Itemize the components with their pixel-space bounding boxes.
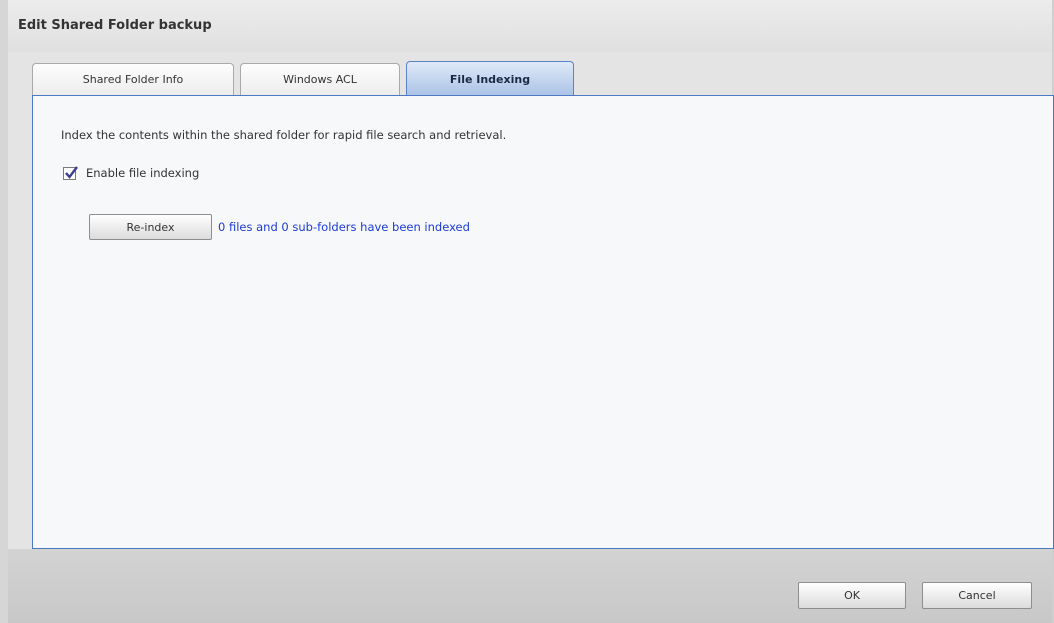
dialog-title: Edit Shared Folder backup <box>18 18 212 33</box>
file-indexing-panel: Index the contents within the shared fol… <box>32 95 1054 549</box>
file-indexing-description: Index the contents within the shared fol… <box>61 128 507 142</box>
ok-button[interactable]: OK <box>798 582 906 609</box>
enable-file-indexing-checkbox[interactable] <box>63 165 78 180</box>
title-bar[interactable]: Edit Shared Folder backup <box>8 0 1052 52</box>
indexing-status-text: 0 files and 0 sub-folders have been inde… <box>218 220 470 234</box>
checkmark-icon <box>65 165 78 179</box>
enable-file-indexing-row: Enable file indexing <box>63 165 199 180</box>
reindex-button[interactable]: Re-index <box>89 214 212 240</box>
tab-shared-folder-info[interactable]: Shared Folder Info <box>32 63 234 95</box>
cancel-button[interactable]: Cancel <box>922 582 1032 609</box>
enable-file-indexing-label[interactable]: Enable file indexing <box>86 166 199 180</box>
tab-windows-acl[interactable]: Windows ACL <box>240 63 400 95</box>
dialog-footer: OK Cancel <box>8 549 1052 623</box>
tab-bar: Shared Folder Info Windows ACL File Inde… <box>32 60 580 97</box>
reindex-row: Re-index 0 files and 0 sub-folders have … <box>89 214 470 240</box>
edit-shared-folder-dialog: Edit Shared Folder backup Shared Folder … <box>0 0 1054 623</box>
tab-file-indexing[interactable]: File Indexing <box>406 61 574 96</box>
